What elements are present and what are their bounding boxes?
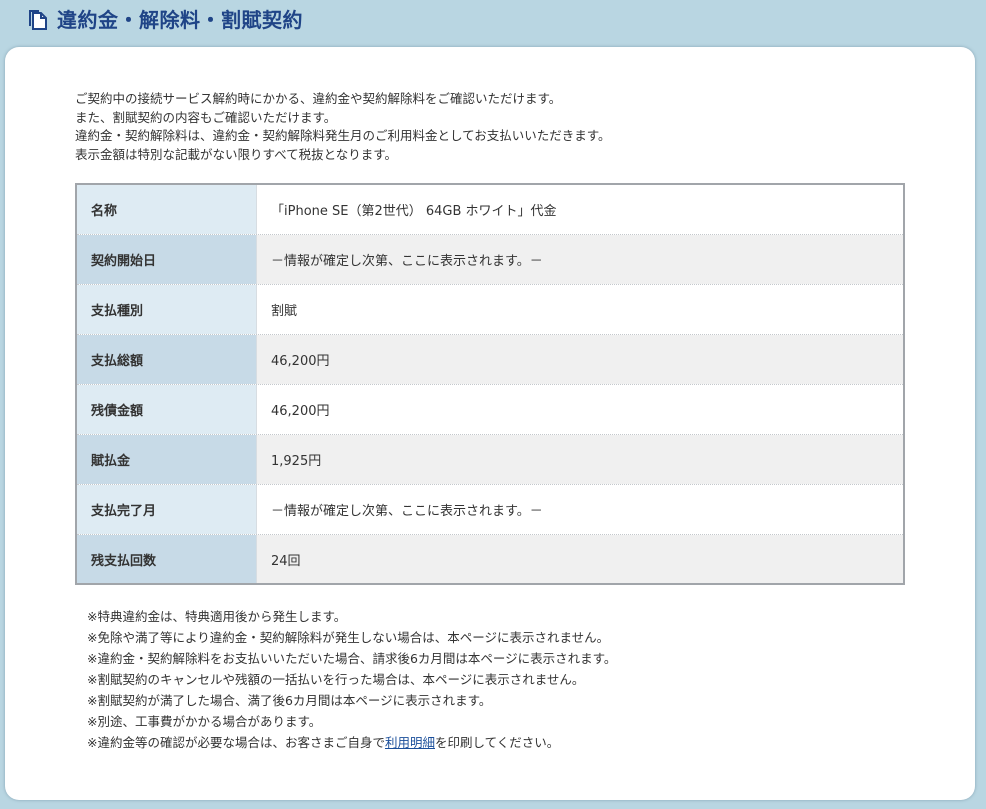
row-value: 46,200円 xyxy=(257,385,903,434)
row-label: 残支払回数 xyxy=(77,535,257,583)
contract-detail-table: 名称 「iPhone SE（第2世代） 64GB ホワイト」代金 契約開始日 －… xyxy=(75,183,905,585)
row-label: 名称 xyxy=(77,185,257,234)
row-value: 24回 xyxy=(257,535,903,583)
row-label: 支払完了月 xyxy=(77,485,257,534)
document-copy-icon xyxy=(29,10,47,30)
note-print-suffix: を印刷してください。 xyxy=(435,735,560,750)
table-row: 残支払回数 24回 xyxy=(77,535,903,583)
note-item: ※割賦契約のキャンセルや残額の一括払いを行った場合は、本ページに表示されません。 xyxy=(87,672,585,687)
table-row: 支払総額 46,200円 xyxy=(77,335,903,385)
intro-line: 違約金・契約解除料は、違約金・契約解除料発生月のご利用料金としてお支払いいただき… xyxy=(75,128,611,143)
note-item: ※違約金・契約解除料をお支払いいただいた場合、請求後6カ月間は本ページに表示され… xyxy=(87,651,617,666)
note-item: ※割賦契約が満了した場合、満了後6カ月間は本ページに表示されます。 xyxy=(87,693,492,708)
row-value: －情報が確定し次第、ここに表示されます。－ xyxy=(257,485,903,534)
note-item: ※別途、工事費がかかる場合があります。 xyxy=(87,714,322,729)
row-value: 「iPhone SE（第2世代） 64GB ホワイト」代金 xyxy=(257,185,903,234)
note-item: ※特典違約金は、特典適用後から発生します。 xyxy=(87,609,347,624)
row-value: 1,925円 xyxy=(257,435,903,484)
notes-list: ※特典違約金は、特典適用後から発生します。 ※免除や満了等により違約金・契約解除… xyxy=(87,606,616,753)
row-label: 賦払金 xyxy=(77,435,257,484)
row-label: 支払種別 xyxy=(77,285,257,334)
intro-text: ご契約中の接続サービス解約時にかかる、違約金や契約解除料をご確認いただけます。 … xyxy=(75,90,611,164)
page-header: 違約金・解除料・割賦契約 xyxy=(0,0,986,38)
note-item: ※免除や満了等により違約金・契約解除料が発生しない場合は、本ページに表示されませ… xyxy=(87,630,610,645)
table-row: 支払完了月 －情報が確定し次第、ここに表示されます。－ xyxy=(77,485,903,535)
row-value: －情報が確定し次第、ここに表示されます。－ xyxy=(257,235,903,284)
row-label: 残債金額 xyxy=(77,385,257,434)
row-label: 支払総額 xyxy=(77,335,257,384)
table-row: 支払種別 割賦 xyxy=(77,285,903,335)
row-value: 46,200円 xyxy=(257,335,903,384)
table-row: 残債金額 46,200円 xyxy=(77,385,903,435)
content-panel: ご契約中の接続サービス解約時にかかる、違約金や契約解除料をご確認いただけます。 … xyxy=(5,47,975,800)
note-print-prefix: ※違約金等の確認が必要な場合は、お客さまご自身で xyxy=(87,735,385,750)
page-title: 違約金・解除料・割賦契約 xyxy=(57,8,303,32)
table-row: 名称 「iPhone SE（第2世代） 64GB ホワイト」代金 xyxy=(77,185,903,235)
table-row: 賦払金 1,925円 xyxy=(77,435,903,485)
row-label: 契約開始日 xyxy=(77,235,257,284)
table-row: 契約開始日 －情報が確定し次第、ここに表示されます。－ xyxy=(77,235,903,285)
note-item-print: ※違約金等の確認が必要な場合は、お客さまご自身で利用明細を印刷してください。 xyxy=(87,732,616,753)
usage-statement-link[interactable]: 利用明細 xyxy=(385,735,435,750)
intro-line: ご契約中の接続サービス解約時にかかる、違約金や契約解除料をご確認いただけます。 xyxy=(75,91,562,106)
row-value: 割賦 xyxy=(257,285,903,334)
intro-line: 表示金額は特別な記載がない限りすべて税抜となります。 xyxy=(75,146,398,162)
intro-line: また、割賦契約の内容もご確認いただけます。 xyxy=(75,109,337,125)
